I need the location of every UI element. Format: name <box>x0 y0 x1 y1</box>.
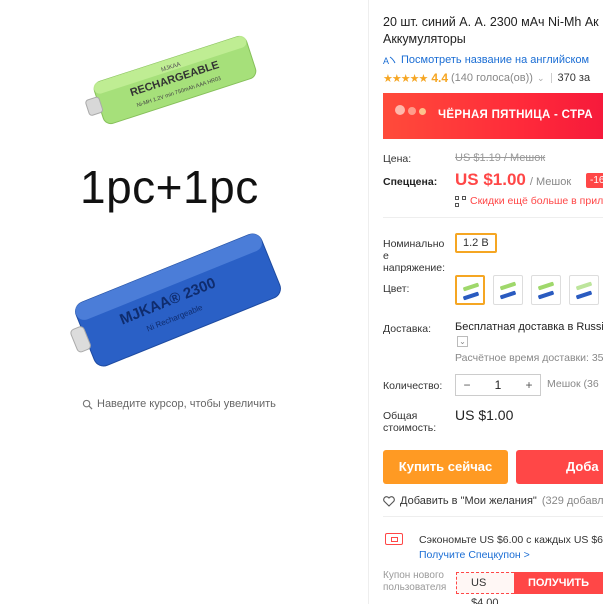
special-price-label: Спеццена: <box>383 176 438 188</box>
divider <box>383 217 603 218</box>
english-title-link-text[interactable]: Посмотреть название на английском <box>401 54 589 66</box>
product-title-line1: 20 шт. синий А. А. 2300 мАч Ni-Mh Ак <box>383 15 599 29</box>
special-price-unit: / Мешок <box>529 176 572 188</box>
voltage-label: Номинально е напряжение: <box>383 238 446 274</box>
heart-icon <box>383 495 395 507</box>
translate-icon: A <box>383 56 396 66</box>
color-label: Цвет: <box>383 283 410 295</box>
new-user-coupon: US $4.00 ПОЛУЧИТЬ <box>456 572 603 604</box>
buy-now-button[interactable]: Купить сейчас <box>383 450 508 484</box>
total-label: Общая стоимость: <box>383 410 437 434</box>
discount-badge: -16 <box>586 173 603 188</box>
orders-count: 370 за <box>557 72 591 84</box>
magnifier-icon <box>82 399 93 410</box>
shipping-label: Доставка: <box>383 323 432 335</box>
divider <box>383 516 603 517</box>
battery-green-image: RECHARGEABLE Ni-MH 1.2V min 750mAh AAA H… <box>70 35 281 367</box>
coupon-icon <box>385 533 403 545</box>
wishlist-link[interactable]: Добавить в "Мои желания" (329 добавлений… <box>383 495 603 507</box>
color-swatch-1[interactable] <box>455 275 485 305</box>
shipping-estimate: Расчётное время доставки: 35 <box>455 352 603 364</box>
zoom-hint-text: Наведите курсор, чтобы увеличить <box>97 398 276 410</box>
price-label: Цена: <box>383 153 412 165</box>
quantity-stepper[interactable]: − 1 + <box>455 374 541 396</box>
quantity-input[interactable]: 1 <box>478 378 518 392</box>
app-discount-text[interactable]: Скидки ещё больше в прил <box>470 195 603 207</box>
shipping-chevron-icon[interactable]: ⌄ <box>457 336 468 347</box>
svg-text:A: A <box>383 56 389 66</box>
old-price: US $1.19 / Мешок <box>455 152 546 164</box>
zoom-hint: Наведите курсор, чтобы увеличить <box>82 398 276 410</box>
wishlist-text[interactable]: Добавить в "Мои желания" <box>400 495 537 507</box>
quantity-plus-button[interactable]: + <box>518 378 540 392</box>
color-swatches <box>455 275 599 305</box>
voltage-option-selected[interactable]: 1.2 В <box>455 233 497 253</box>
product-title-line2: Аккумуляторы <box>383 32 466 46</box>
special-price-amount: US $1.00 <box>455 170 526 189</box>
rating-separator <box>550 73 552 83</box>
column-divider <box>368 0 369 604</box>
product-image-area[interactable]: RECHARGEABLE Ni-MH 1.2V min 750mAh AAA H… <box>0 0 370 604</box>
pack-caption: 1pc+1pc <box>80 161 259 213</box>
chevron-down-icon[interactable]: ⌄ <box>537 73 545 84</box>
store-coupon-text: Сэкономьте US $6.00 с каждых US $65 <box>419 534 603 546</box>
color-swatch-4[interactable] <box>569 275 599 305</box>
english-title-link[interactable]: A Посмотреть название на английском <box>383 54 589 66</box>
wishlist-count: (329 добавлений) <box>541 495 603 507</box>
rating-stars-icon: ★★★★★ <box>383 72 428 85</box>
black-friday-banner[interactable]: ЧЁРНАЯ ПЯТНИЦА - СТРА <box>383 93 603 139</box>
banner-text: ЧЁРНАЯ ПЯТНИЦА - СТРА <box>438 109 593 121</box>
rating-votes-link[interactable]: (140 голоса(ов)) <box>451 72 533 84</box>
add-to-cart-button[interactable]: Доба <box>516 450 603 484</box>
special-price: US $1.00 / Мешок <box>455 170 571 190</box>
quantity-note: Мешок (36 <box>547 378 599 390</box>
get-coupon-button[interactable]: ПОЛУЧИТЬ <box>513 572 603 594</box>
balloons-icon <box>395 105 426 115</box>
color-swatch-2[interactable] <box>493 275 523 305</box>
product-title: 20 шт. синий А. А. 2300 мАч Ni-Mh Ак Акк… <box>383 14 603 48</box>
rating-row: ★★★★★ 4.4 (140 голоса(ов)) ⌄ 370 за <box>383 71 590 85</box>
quantity-minus-button[interactable]: − <box>456 378 478 392</box>
color-swatch-3[interactable] <box>531 275 561 305</box>
shipping-text: Бесплатная доставка в Russi <box>455 321 603 333</box>
get-coupon-link[interactable]: Получите Спецкупон > <box>419 549 530 561</box>
coupon-value: US $4.00 <box>456 572 514 604</box>
quantity-label: Количество: <box>383 380 443 392</box>
total-value: US $1.00 <box>455 407 514 423</box>
qr-code-icon <box>455 195 466 207</box>
new-user-coupon-label: Купон нового пользователя <box>383 570 447 593</box>
app-discount-link[interactable]: Скидки ещё больше в прил <box>455 195 603 207</box>
product-details: 20 шт. синий А. А. 2300 мАч Ni-Mh Ак Акк… <box>383 0 603 604</box>
rating-score: 4.4 <box>431 71 448 85</box>
